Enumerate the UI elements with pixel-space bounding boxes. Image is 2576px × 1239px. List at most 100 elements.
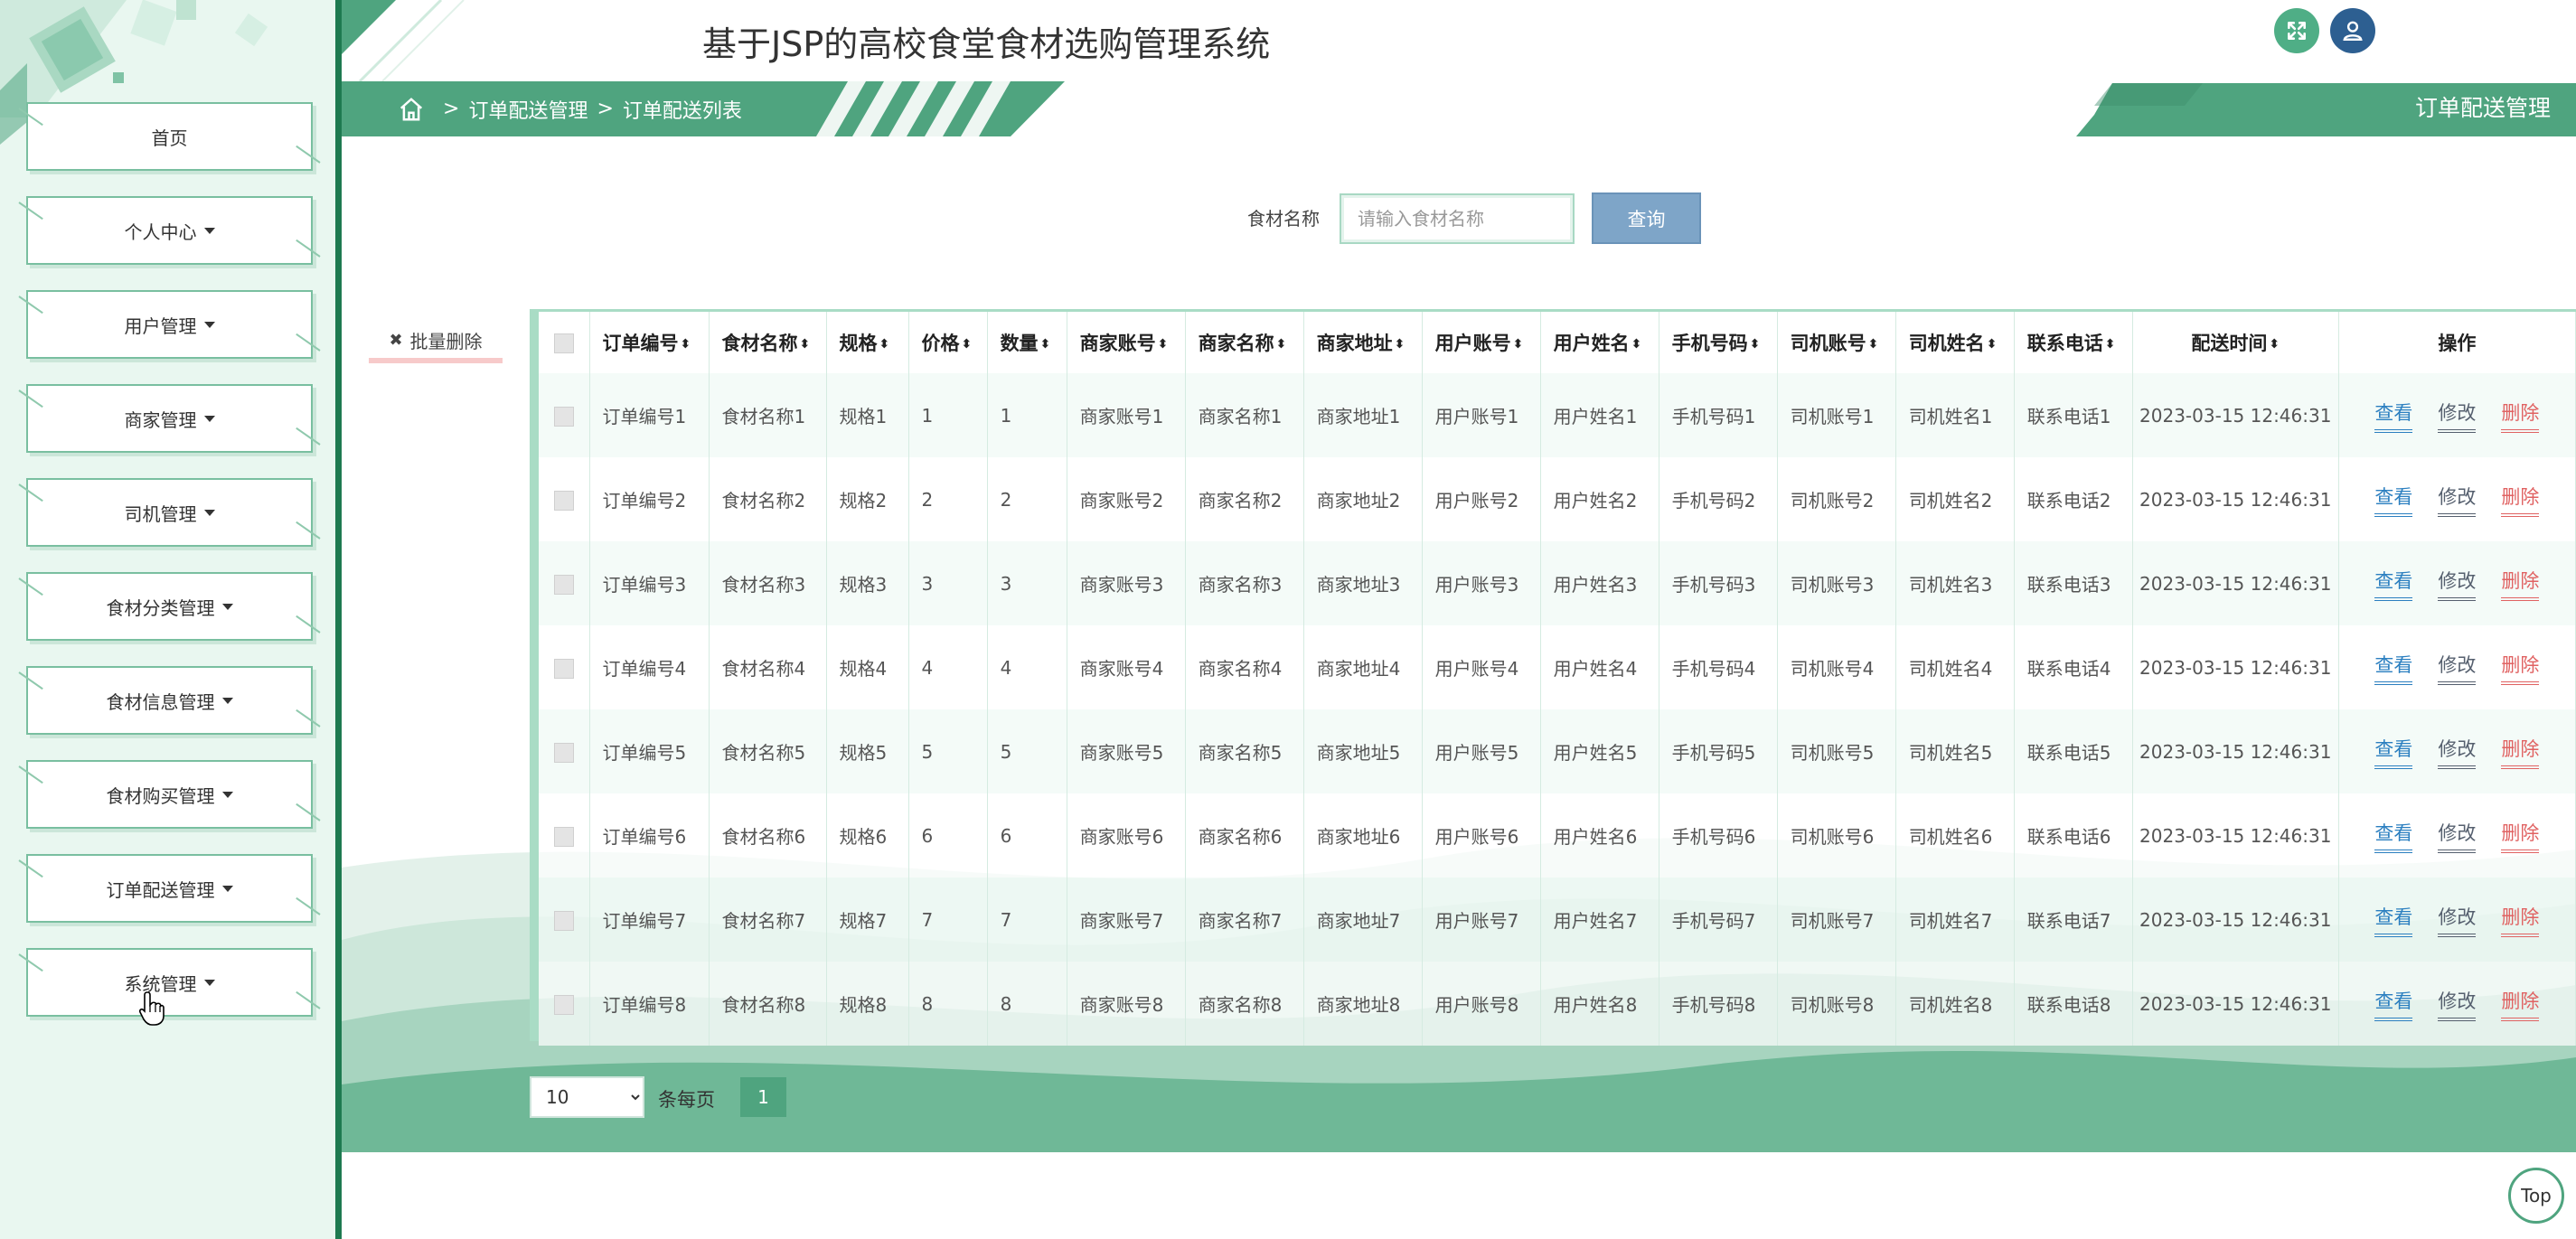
table-cell: 手机号码7 <box>1659 878 1778 962</box>
breadcrumb-item-delivery-management[interactable]: 订单配送管理 <box>468 95 588 124</box>
table-cell: 用户姓名2 <box>1540 457 1659 541</box>
sort-icon[interactable]: ⬍ <box>1276 337 1287 352</box>
row-checkbox[interactable] <box>553 574 574 595</box>
edit-button[interactable]: 修改 <box>2438 987 2477 1021</box>
view-button[interactable]: 查看 <box>2374 651 2413 685</box>
sort-icon[interactable]: ⬍ <box>879 337 890 352</box>
search-input[interactable] <box>1340 193 1575 244</box>
delete-button[interactable]: 删除 <box>2501 903 2540 937</box>
sidebar-item-delivery-management[interactable]: 订单配送管理 <box>26 854 313 923</box>
view-button[interactable]: 查看 <box>2374 819 2413 853</box>
sidebar-item-category-management[interactable]: 食材分类管理 <box>26 572 313 641</box>
table-cell: 用户账号8 <box>1422 962 1541 1046</box>
sidebar-item-system-management[interactable]: 系统管理 <box>26 948 313 1017</box>
table-cell: 订单编号1 <box>589 373 710 457</box>
batch-delete-button[interactable]: ✖ 批量删除 <box>369 322 503 363</box>
sidebar-item-home[interactable]: 首页 <box>26 102 313 171</box>
table-cell: 规格5 <box>826 709 909 793</box>
search-button[interactable]: 查询 <box>1592 192 1701 244</box>
table-cell: 用户账号4 <box>1422 625 1541 709</box>
edit-button[interactable]: 修改 <box>2438 483 2477 517</box>
sort-icon[interactable]: ⬍ <box>800 337 811 352</box>
column-header-2[interactable]: 规格 ⬍ <box>826 312 909 373</box>
column-header-7[interactable]: 商家地址 ⬍ <box>1303 312 1423 373</box>
edit-button[interactable]: 修改 <box>2438 735 2477 769</box>
column-header-10[interactable]: 手机号码 ⬍ <box>1659 312 1778 373</box>
sidebar-item-user-management[interactable]: 用户管理 <box>26 290 313 359</box>
table-cell: 6 <box>908 793 988 878</box>
sort-icon[interactable]: ⬍ <box>962 337 973 352</box>
view-button[interactable]: 查看 <box>2374 903 2413 937</box>
home-icon[interactable] <box>398 96 425 123</box>
column-header-14[interactable]: 配送时间 ⬍ <box>2132 312 2339 373</box>
delete-button[interactable]: 删除 <box>2501 735 2540 769</box>
sidebar-item-purchase-management[interactable]: 食材购买管理 <box>26 760 313 829</box>
edit-button[interactable]: 修改 <box>2438 651 2477 685</box>
back-to-top-button[interactable]: Top <box>2508 1168 2564 1224</box>
column-header-3[interactable]: 价格 ⬍ <box>908 312 988 373</box>
sort-icon[interactable]: ⬍ <box>1631 337 1642 352</box>
sidebar-item-driver-management[interactable]: 司机管理 <box>26 478 313 547</box>
sidebar-item-ingredient-info-management[interactable]: 食材信息管理 <box>26 666 313 735</box>
edit-button[interactable]: 修改 <box>2438 903 2477 937</box>
row-checkbox[interactable] <box>553 742 574 763</box>
delete-button[interactable]: 删除 <box>2501 399 2540 433</box>
column-header-9[interactable]: 用户姓名 ⬍ <box>1540 312 1659 373</box>
column-header-1[interactable]: 食材名称 ⬍ <box>709 312 827 373</box>
column-header-11[interactable]: 司机账号 ⬍ <box>1777 312 1896 373</box>
sort-icon[interactable]: ⬍ <box>1395 337 1406 352</box>
column-header-12[interactable]: 司机姓名 ⬍ <box>1895 312 2015 373</box>
table-cell: 用户姓名3 <box>1540 541 1659 625</box>
table-cell: 联系电话6 <box>2014 793 2133 878</box>
sort-icon[interactable]: ⬍ <box>1040 337 1051 352</box>
row-select-cell <box>539 878 590 962</box>
table-cell: 商家名称6 <box>1185 793 1304 878</box>
row-checkbox[interactable] <box>553 490 574 511</box>
view-button[interactable]: 查看 <box>2374 735 2413 769</box>
sort-icon[interactable]: ⬍ <box>1513 337 1524 352</box>
sidebar-item-merchant-management[interactable]: 商家管理 <box>26 384 313 453</box>
view-button[interactable]: 查看 <box>2374 399 2413 433</box>
table-cell: 联系电话5 <box>2014 709 2133 793</box>
delete-button[interactable]: 删除 <box>2501 987 2540 1021</box>
column-header-4[interactable]: 数量 ⬍ <box>987 312 1067 373</box>
edit-button[interactable]: 修改 <box>2438 819 2477 853</box>
view-button[interactable]: 查看 <box>2374 483 2413 517</box>
page-button-current[interactable]: 1 <box>740 1077 786 1117</box>
row-checkbox[interactable] <box>553 658 574 679</box>
fullscreen-button[interactable] <box>2274 8 2319 53</box>
column-header-8[interactable]: 用户账号 ⬍ <box>1422 312 1541 373</box>
delete-button[interactable]: 删除 <box>2501 483 2540 517</box>
edit-button[interactable]: 修改 <box>2438 567 2477 601</box>
row-checkbox[interactable] <box>553 994 574 1015</box>
view-button[interactable]: 查看 <box>2374 567 2413 601</box>
user-menu-button[interactable] <box>2330 8 2375 53</box>
delete-button[interactable]: 删除 <box>2501 651 2540 685</box>
sort-icon[interactable]: ⬍ <box>2269 337 2280 352</box>
column-header-13[interactable]: 联系电话 ⬍ <box>2014 312 2133 373</box>
view-button[interactable]: 查看 <box>2374 987 2413 1021</box>
table-cell: 司机姓名5 <box>1895 709 2015 793</box>
table-cell: 商家名称8 <box>1185 962 1304 1046</box>
sort-icon[interactable]: ⬍ <box>1868 337 1879 352</box>
delete-button[interactable]: 删除 <box>2501 819 2540 853</box>
sidebar-item-label: 食材分类管理 <box>106 596 215 619</box>
table-cell: 用户姓名7 <box>1540 878 1659 962</box>
sidebar-item-personal-center[interactable]: 个人中心 <box>26 196 313 265</box>
table-cell: 联系电话8 <box>2014 962 2133 1046</box>
sort-icon[interactable]: ⬍ <box>1750 337 1761 352</box>
edit-button[interactable]: 修改 <box>2438 399 2477 433</box>
page-size-select[interactable]: 10 <box>530 1076 644 1118</box>
column-header-5[interactable]: 商家账号 ⬍ <box>1067 312 1186 373</box>
sort-icon[interactable]: ⬍ <box>1158 337 1169 352</box>
delete-button[interactable]: 删除 <box>2501 567 2540 601</box>
sort-icon[interactable]: ⬍ <box>2105 337 2116 352</box>
sort-icon[interactable]: ⬍ <box>1987 337 1998 352</box>
select-all-checkbox[interactable] <box>553 333 574 353</box>
row-checkbox[interactable] <box>553 910 574 931</box>
row-checkbox[interactable] <box>553 826 574 847</box>
row-checkbox[interactable] <box>553 406 574 427</box>
sort-icon[interactable]: ⬍ <box>681 337 691 352</box>
column-header-6[interactable]: 商家名称 ⬍ <box>1185 312 1304 373</box>
column-header-0[interactable]: 订单编号 ⬍ <box>589 312 710 373</box>
